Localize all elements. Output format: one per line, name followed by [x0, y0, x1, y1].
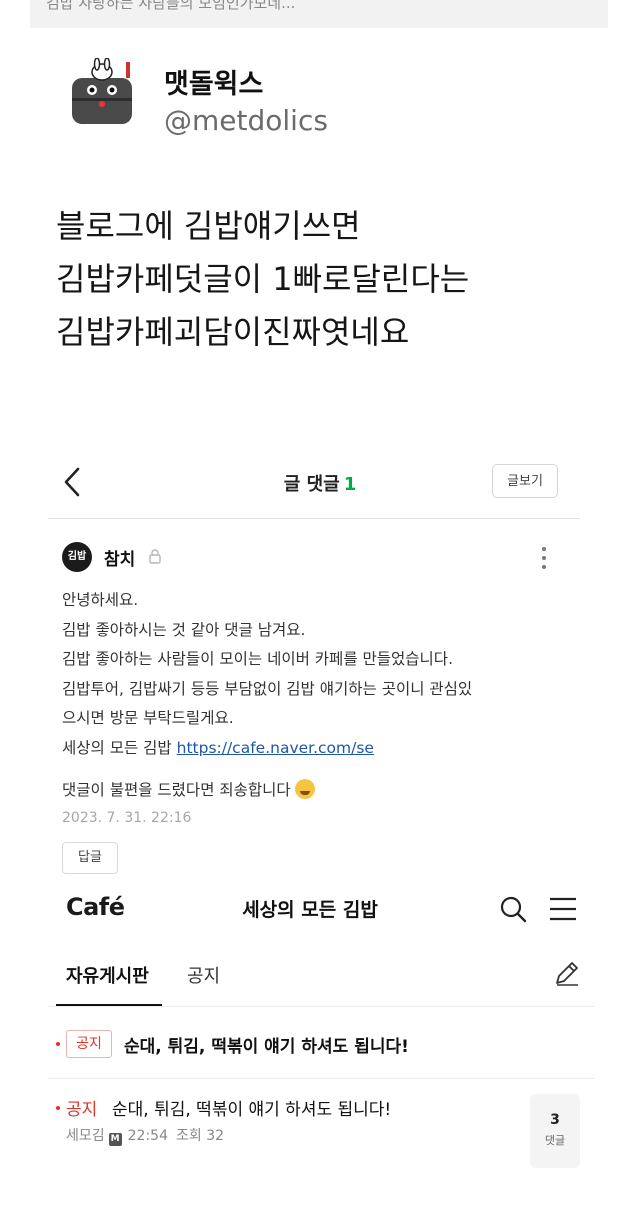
comment-apology: 댓글이 불편을 드렸다면 죄송합니다: [62, 778, 315, 800]
comment-line: 으시면 방문 부탁드릴게요.: [62, 709, 234, 727]
back-arrow-icon[interactable]: [58, 465, 88, 499]
cafe-logo[interactable]: Café: [66, 893, 125, 921]
view-post-button[interactable]: 글보기: [492, 464, 558, 498]
notice-dot: [56, 1106, 60, 1110]
cafe-link[interactable]: https://cafe.naver.com/se: [177, 739, 374, 757]
notice-badge: 공지: [66, 1030, 112, 1058]
post-meta: 세모김 M 22:54 조회 32: [66, 1125, 224, 1146]
comment-link-prefix: 세상의 모든 김밥: [62, 738, 172, 757]
post-views: 조회 32: [176, 1128, 225, 1144]
commenter-name[interactable]: 참치: [104, 545, 135, 570]
comment-line: 김밥 좋아하시는 것 같아 댓글 남겨요.: [62, 620, 306, 639]
divider: [48, 1006, 594, 1007]
top-caption: 김밥 사랑하는 사람들의 모임인가보네...: [46, 0, 296, 12]
lock-icon: [148, 548, 162, 564]
cafe-title: 세상의 모든 김밥: [242, 899, 378, 921]
post-time: 22:54: [127, 1128, 168, 1144]
commenter-avatar[interactable]: 김밥: [62, 542, 92, 572]
comment-body: 안녕하세요. 김밥 좋아하시는 것 같아 댓글 남겨요. 김밥 좋아하는 사람들…: [62, 586, 562, 763]
comment-count-box[interactable]: 3 댓글: [530, 1094, 580, 1168]
profile-avatar-icon[interactable]: [66, 57, 138, 130]
tweet-line: 블로그에 김밥얘기쓰면: [56, 207, 361, 245]
tweet-line: 김밥카페덧글이 1빠로달린다는: [56, 260, 470, 298]
comment-link-line: 세상의 모든 김밥 https://cafe.naver.com/se: [62, 734, 562, 764]
reply-button[interactable]: 답글: [62, 842, 118, 874]
display-name[interactable]: 맷돌윅스: [164, 62, 263, 101]
comment-line: 김밥 좋아하는 사람들이 모이는 네이버 카페를 만들었습니다.: [62, 650, 453, 668]
comment-count: 1: [343, 474, 357, 495]
tweet-text: 블로그에 김밥얘기쓰면 김밥카페덧글이 1빠로달린다는 김밥카페괴담이진짜엿네요: [56, 200, 596, 359]
tab-free-board[interactable]: 자유게시판: [66, 962, 149, 988]
crying-face-icon: [294, 779, 315, 799]
comments-title-label: 글 댓글: [283, 474, 340, 495]
comment-line: 안녕하세요.: [62, 591, 139, 609]
write-pencil-icon[interactable]: [552, 958, 582, 988]
post-author: 세모김: [66, 1128, 105, 1144]
notice-dot: [56, 1042, 60, 1046]
more-options-icon[interactable]: [540, 545, 548, 571]
notice-tag: 공지: [66, 1100, 98, 1120]
hamburger-menu-icon[interactable]: [548, 896, 578, 922]
tweet-line: 김밥카페괴담이진짜엿네요: [56, 313, 410, 351]
top-caption-bar: 김밥 사랑하는 사람들의 모임인가보네...: [30, 0, 608, 28]
search-icon[interactable]: [498, 894, 528, 924]
user-handle[interactable]: @metdolics: [164, 104, 328, 137]
post-comment-count: 3: [550, 1112, 560, 1128]
tab-notice[interactable]: 공지: [187, 962, 220, 988]
divider: [48, 1078, 594, 1079]
divider: [48, 518, 580, 519]
comment-line: 김밥투어, 김밥싸기 등등 부담없이 김밥 얘기하는 곳이니 관심있: [62, 679, 473, 698]
pinned-notice-title[interactable]: 순대, 튀김, 떡볶이 얘기 하셔도 됩니다!: [124, 1032, 409, 1057]
comments-header-title: 글 댓글 1: [200, 470, 440, 496]
notice-post-title[interactable]: 순대, 튀김, 떡볶이 얘기 하셔도 됩니다!: [112, 1095, 391, 1120]
comment-date: 2023. 7. 31. 22:16: [62, 810, 192, 826]
post-comment-label: 댓글: [544, 1134, 566, 1147]
manager-badge-icon: M: [108, 1133, 122, 1146]
apology-text: 댓글이 불편을 드렸다면 죄송합니다: [62, 781, 291, 799]
